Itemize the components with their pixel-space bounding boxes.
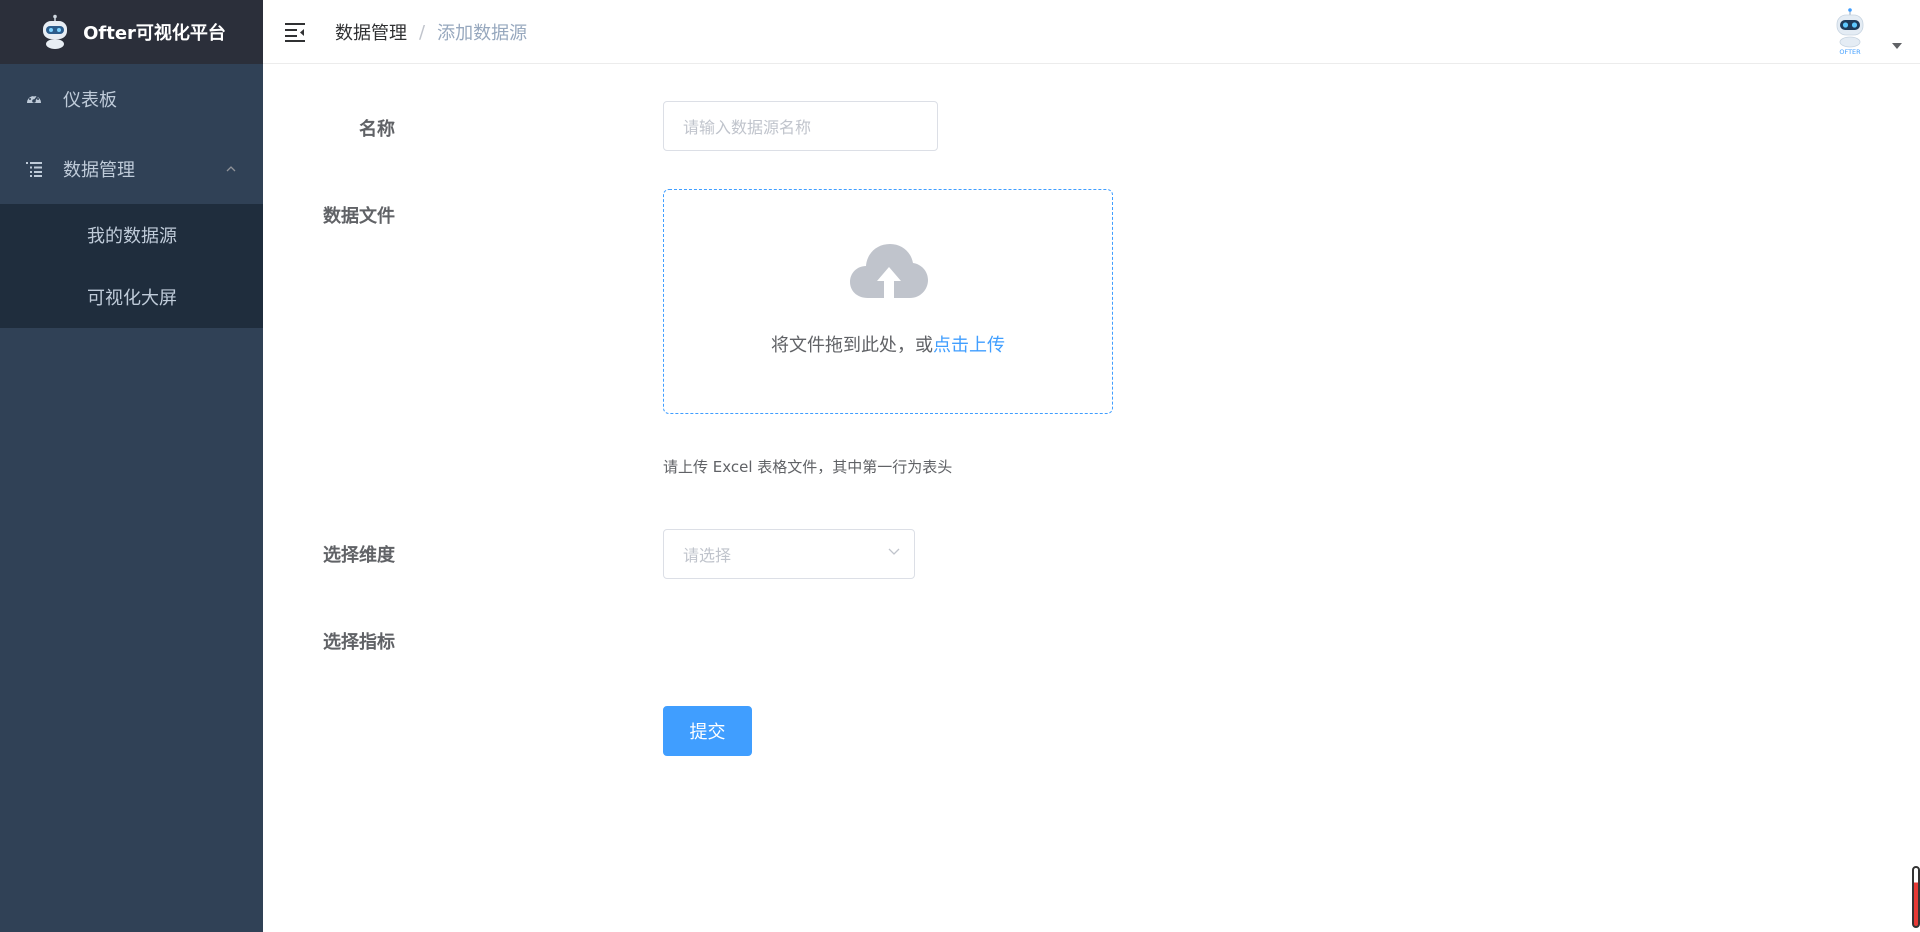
sidebar-item-label: 仪表板 <box>63 90 117 111</box>
upload-tip: 请上传 Excel 表格文件，其中第一行为表头 <box>663 458 953 476</box>
upload-instruction: 将文件拖到此处，或 <box>771 335 933 356</box>
sidebar-item-visual-screen[interactable]: 可视化大屏 <box>0 266 263 328</box>
avatar-label: OFTER <box>1839 48 1861 56</box>
sidebar: Ofter可视化平台 仪表板 数据管理 我的数据源 可视化大屏 <box>0 0 263 932</box>
sidebar-item-label: 数据管理 <box>63 160 135 181</box>
robot-logo-icon <box>43 14 68 49</box>
brand[interactable]: Ofter可视化平台 <box>0 0 263 64</box>
upload-text: 将文件拖到此处，或点击上传 <box>664 331 1112 357</box>
robot-avatar-icon[interactable]: OFTER <box>1830 8 1870 56</box>
upload-dropzone[interactable]: 将文件拖到此处，或点击上传 <box>663 189 1113 414</box>
dashboard-icon <box>25 90 43 108</box>
metric-label: 选择指标 <box>323 632 395 653</box>
dimension-select[interactable]: 请选择 <box>663 529 915 579</box>
submenu-data-management: 我的数据源 可视化大屏 <box>0 204 263 328</box>
submit-button[interactable]: 提交 <box>663 706 752 756</box>
scrollbar[interactable] <box>1912 866 1920 928</box>
name-label: 名称 <box>359 119 395 140</box>
add-datasource-form: 名称 请输入数据源名称 数据文件 将文件拖到此处，或点击上传 请上传 Excel… <box>263 64 1920 932</box>
sidebar-item-my-datasources[interactable]: 我的数据源 <box>0 204 263 266</box>
breadcrumb-item[interactable]: 数据管理 <box>335 19 407 45</box>
caret-down-icon[interactable] <box>1892 43 1902 49</box>
sidebar-item-data-management[interactable]: 数据管理 <box>0 134 263 204</box>
cloud-upload-icon <box>850 244 928 300</box>
sidebar-item-dashboard[interactable]: 仪表板 <box>0 64 263 134</box>
navbar: 数据管理 / 添加数据源 OFTER <box>263 0 1920 64</box>
chevron-down-icon <box>888 548 900 555</box>
breadcrumb-separator: / <box>419 21 426 43</box>
dimension-select-placeholder: 请选择 <box>683 546 732 565</box>
sidebar-item-label: 我的数据源 <box>87 226 177 247</box>
upload-link[interactable]: 点击上传 <box>933 335 1005 356</box>
hamburger-icon[interactable] <box>283 20 307 44</box>
name-input-placeholder: 请输入数据源名称 <box>683 118 812 137</box>
list-icon <box>25 160 43 178</box>
chevron-up-icon <box>226 166 236 172</box>
breadcrumb-current: 添加数据源 <box>437 23 528 44</box>
file-label: 数据文件 <box>323 206 395 227</box>
breadcrumb: 数据管理 / 添加数据源 <box>335 0 527 64</box>
sidebar-item-label: 可视化大屏 <box>87 288 177 309</box>
app-title: Ofter可视化平台 <box>83 23 226 44</box>
name-input[interactable]: 请输入数据源名称 <box>663 101 938 151</box>
dimension-label: 选择维度 <box>323 545 395 566</box>
